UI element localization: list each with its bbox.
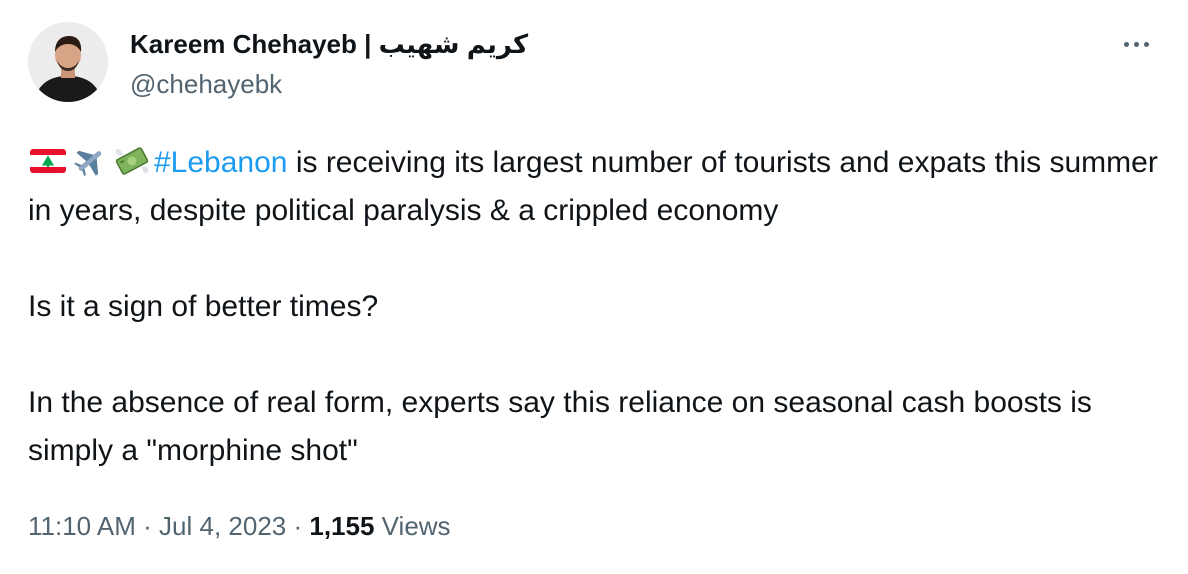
tweet-paragraph-3: In the absence of real form, experts say… [28, 386, 1092, 467]
lebanon-flag-icon [28, 144, 68, 178]
author-block: Kareem Chehayeb | كريم شهيب @chehayebk [130, 28, 528, 100]
tweet-card: Kareem Chehayeb | كريم شهيب @chehayebk #… [0, 0, 1188, 574]
money-with-wings-icon [112, 144, 152, 178]
views-count: 1,155 [309, 511, 375, 541]
meta-separator: · [286, 511, 310, 541]
tweet-meta: 11:10 AM · Jul 4, 2023 · 1,155 Views [28, 510, 451, 542]
more-dot-icon [1123, 41, 1129, 47]
author-handle[interactable]: @chehayebk [130, 68, 528, 100]
tweet-date[interactable]: Jul 4, 2023 [159, 511, 286, 541]
airplane-icon [70, 144, 110, 178]
tweet-paragraph-1: #Lebanon is receiving its largest number… [28, 139, 1163, 235]
more-dot-icon [1143, 41, 1149, 47]
avatar-photo-icon [28, 22, 108, 102]
views-label: Views [374, 511, 451, 541]
more-dot-icon [1133, 41, 1139, 47]
tweet-time[interactable]: 11:10 AM [28, 511, 136, 541]
tweet-text: #Lebanon is receiving its largest number… [28, 139, 1163, 475]
author-display-name[interactable]: Kareem Chehayeb | كريم شهيب [130, 28, 528, 60]
meta-separator: · [135, 511, 160, 541]
hashtag-link[interactable]: #Lebanon [154, 146, 287, 179]
avatar[interactable] [28, 22, 108, 102]
tweet-paragraph-2: Is it a sign of better times? [28, 290, 379, 323]
more-options-button[interactable] [1114, 28, 1158, 60]
